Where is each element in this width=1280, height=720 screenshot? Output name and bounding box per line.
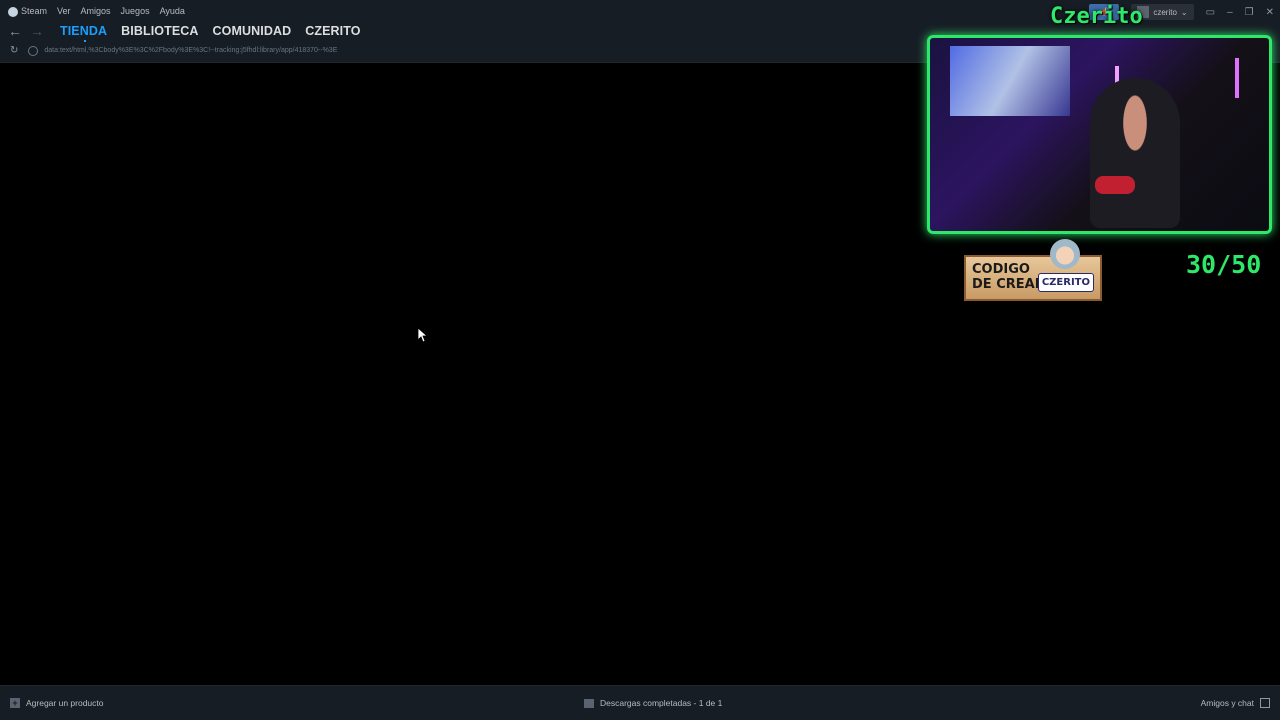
close-icon[interactable]: ✕ — [1266, 7, 1274, 18]
chevron-down-icon: ⌄ — [1180, 7, 1188, 17]
account-username: czerito — [1153, 7, 1177, 17]
forward-arrow-icon[interactable]: → — [30, 23, 44, 39]
webcam-background-monitor — [950, 46, 1070, 116]
creator-code-badge: CODIGO DE CREADOR CZERITO — [964, 239, 1102, 301]
tab-czerito[interactable]: CZERITO — [305, 24, 360, 38]
tab-biblioteca[interactable]: BIBLIOTECA — [121, 24, 198, 38]
streamer-name: Czerito — [1050, 4, 1143, 29]
webcam-microphone — [1095, 176, 1135, 194]
globe-icon — [28, 45, 39, 56]
minimize-icon[interactable]: – — [1227, 7, 1233, 18]
add-product-button[interactable]: + Agregar un producto — [10, 698, 104, 708]
friends-chat-button[interactable]: Amigos y chat — [1201, 698, 1270, 708]
main-tabs: TIENDA BIBLIOTECA COMUNIDAD CZERITO — [60, 24, 361, 42]
menu-juegos[interactable]: Juegos — [121, 6, 150, 16]
downloads-label: Descargas completadas - 1 de 1 — [600, 698, 723, 708]
downloads-icon — [584, 698, 594, 708]
friends-chat-label: Amigos y chat — [1200, 698, 1254, 708]
steam-bottom-bar: + Agregar un producto Descargas completa… — [0, 685, 1280, 720]
menu-ver[interactable]: Ver — [57, 6, 71, 16]
goal-counter: 30/50 — [1186, 250, 1262, 279]
creator-badge-tag: CZERITO — [1037, 273, 1094, 292]
mascot-icon — [1050, 239, 1080, 269]
menu-steam[interactable]: Steam — [8, 6, 47, 17]
add-product-label: Agregar un producto — [26, 698, 104, 708]
menu-amigos[interactable]: Amigos — [81, 6, 111, 16]
downloads-button[interactable]: Descargas completadas - 1 de 1 — [584, 698, 722, 708]
menu-bar: Steam Ver Amigos Juegos Ayuda — [8, 6, 185, 17]
menu-ayuda[interactable]: Ayuda — [160, 6, 185, 16]
maximize-icon[interactable]: ❐ — [1245, 7, 1254, 18]
webcam-light — [1235, 58, 1239, 98]
plus-icon: + — [10, 698, 20, 708]
back-arrow-icon[interactable]: ← — [8, 23, 22, 39]
webcam-person — [1090, 78, 1180, 228]
chat-icon — [1260, 698, 1270, 708]
steam-logo-icon — [8, 6, 18, 17]
navigation-row: ← → TIENDA BIBLIOTECA COMUNIDAD CZERITO — [8, 23, 361, 42]
tab-comunidad[interactable]: COMUNIDAD — [213, 24, 292, 38]
tab-tienda[interactable]: TIENDA — [60, 24, 107, 42]
reload-icon[interactable]: ↻ — [10, 45, 18, 56]
webcam-overlay — [927, 35, 1272, 234]
big-picture-icon[interactable]: ▭ — [1206, 7, 1215, 18]
url-text[interactable]: data:text/html,%3Cbody%3E%3C%2Fbody%3E%3… — [44, 47, 337, 54]
url-row: ↻ data:text/html,%3Cbody%3E%3C%2Fbody%3E… — [10, 45, 337, 56]
